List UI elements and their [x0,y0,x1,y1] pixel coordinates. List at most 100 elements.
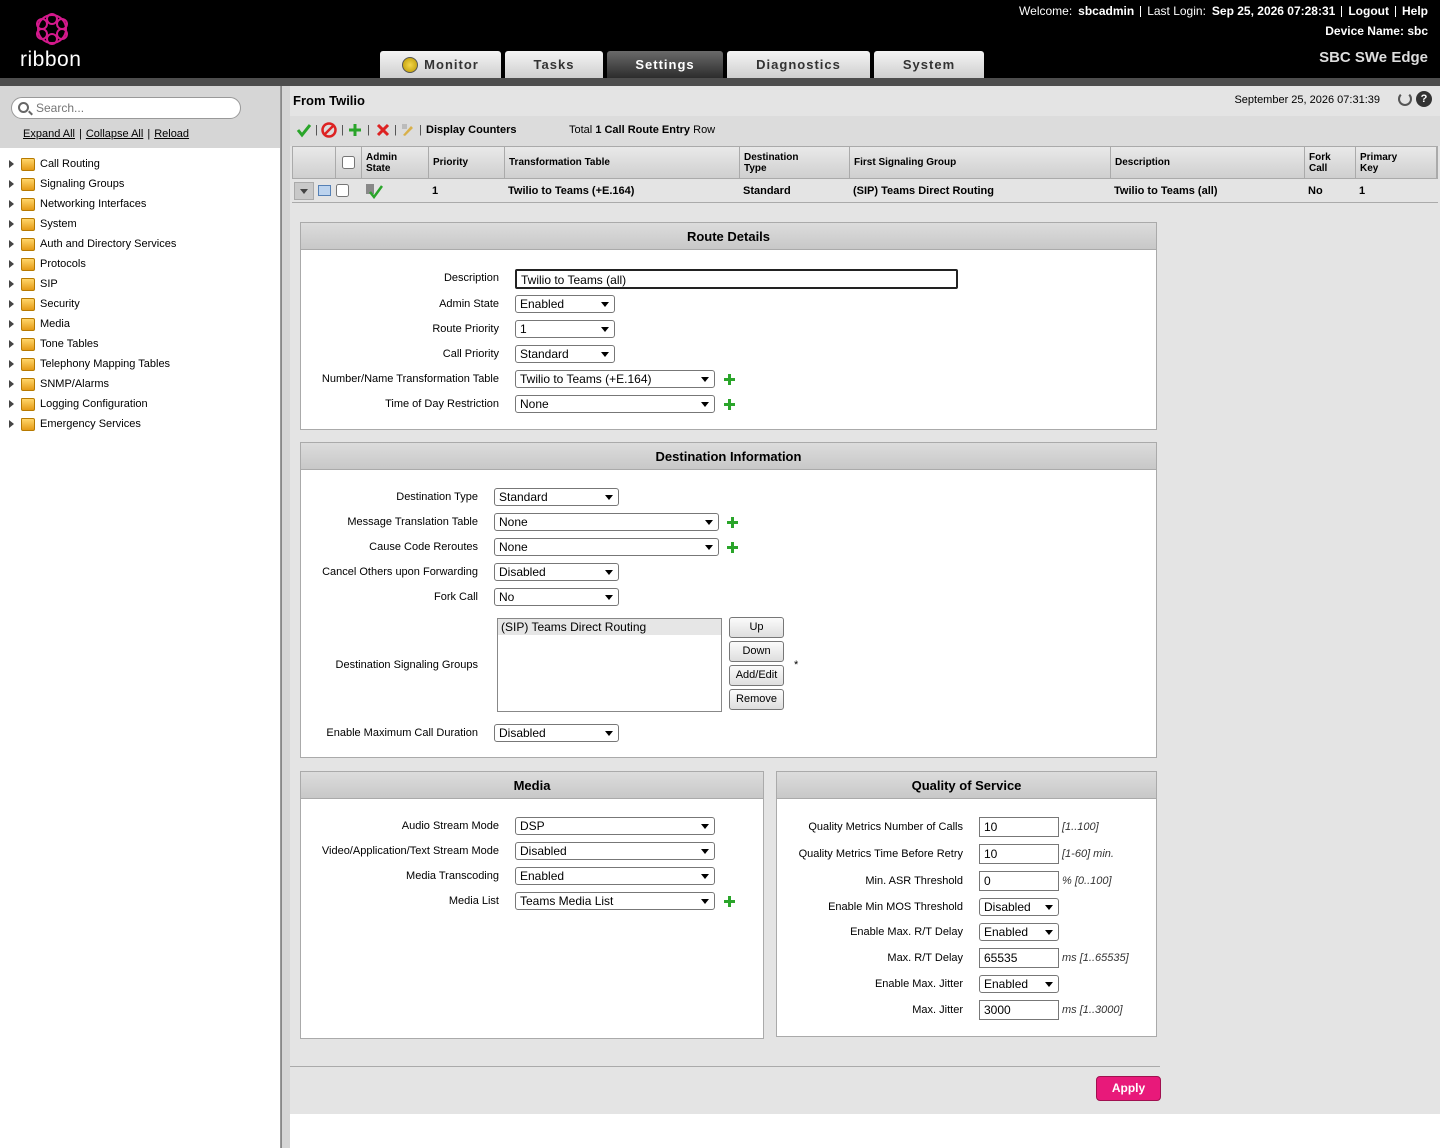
expand-arrow-icon[interactable] [9,260,14,268]
enable-check-icon[interactable] [296,122,312,138]
add-cause-code-icon[interactable] [727,542,738,553]
rt-enable-select[interactable]: Enabled [979,923,1059,941]
apply-button[interactable]: Apply [1096,1076,1161,1101]
tab-system[interactable]: System [874,51,984,78]
tree-item-snmp-alarms[interactable]: SNMP/Alarms [0,374,280,394]
col-first-signaling-group[interactable]: First Signaling Group [850,147,1111,178]
col-transformation-table[interactable]: Transformation Table [505,147,740,178]
add-media-list-icon[interactable] [724,896,735,907]
expand-arrow-icon[interactable] [9,200,14,208]
tree-item-sip[interactable]: SIP [0,274,280,294]
description-input[interactable]: Twilio to Teams (all) [515,269,958,289]
col-fork-call[interactable]: Fork Call [1305,147,1356,178]
add-message-translation-icon[interactable] [727,517,738,528]
signaling-groups-list[interactable]: (SIP) Teams Direct Routing [497,618,722,712]
table-row[interactable]: 1 Twilio to Teams (+E.164) Standard (SIP… [292,179,1438,203]
destination-type-select[interactable]: Standard [494,488,619,506]
expand-all-link[interactable]: Expand All [23,128,75,140]
expand-arrow-icon[interactable] [9,400,14,408]
tab-diagnostics[interactable]: Diagnostics [727,51,870,78]
tree-item-system[interactable]: System [0,214,280,234]
display-counters-link[interactable]: Display Counters [426,124,516,136]
expand-arrow-icon[interactable] [9,240,14,248]
add-edit-button[interactable]: Add/Edit [729,665,784,686]
expand-arrow-icon[interactable] [9,280,14,288]
rt-delay-input[interactable]: 65535 [979,948,1059,968]
tree-item-tone-tables[interactable]: Tone Tables [0,334,280,354]
tab-tasks[interactable]: Tasks [505,51,603,78]
expand-arrow-icon[interactable] [9,320,14,328]
tab-monitor[interactable]: Monitor [380,51,501,78]
collapse-all-link[interactable]: Collapse All [86,128,143,140]
sidebar-splitter[interactable] [281,86,290,1148]
audio-stream-select[interactable]: DSP [515,817,715,835]
help-link[interactable]: Help [1396,4,1428,18]
col-priority[interactable]: Priority [429,147,505,178]
edit-row-icon[interactable] [318,185,331,196]
tree-item-auth-directory[interactable]: Auth and Directory Services [0,234,280,254]
col-destination-type[interactable]: Destination Type [740,147,850,178]
tab-settings[interactable]: Settings [607,51,723,78]
expand-arrow-icon[interactable] [9,180,14,188]
col-admin-state[interactable]: Admin State [362,147,429,178]
fork-call-select[interactable]: No [494,588,619,606]
max-duration-select[interactable]: Disabled [494,724,619,742]
search-input[interactable] [36,100,236,116]
row-select[interactable] [335,179,361,202]
logout-link[interactable]: Logout [1342,4,1395,18]
jitter-input[interactable]: 3000 [979,1000,1059,1020]
delete-icon[interactable] [375,122,391,138]
call-priority-select[interactable]: Standard [515,345,615,363]
add-time-of-day-icon[interactable] [724,399,735,410]
add-icon[interactable] [347,122,363,138]
add-transformation-icon[interactable] [724,374,735,385]
help-icon[interactable]: ? [1416,91,1432,107]
tree-item-security[interactable]: Security [0,294,280,314]
media-list-select[interactable]: Teams Media List [515,892,715,910]
tree-item-emergency[interactable]: Emergency Services [0,414,280,434]
expand-arrow-icon[interactable] [9,420,14,428]
message-translation-select[interactable]: None [494,513,719,531]
asr-input[interactable]: 0 [979,871,1059,891]
tree-item-media[interactable]: Media [0,314,280,334]
qos-retry-input[interactable]: 10 [979,844,1059,864]
expand-arrow-icon[interactable] [9,300,14,308]
video-stream-select[interactable]: Disabled [515,842,715,860]
expand-arrow-icon[interactable] [9,340,14,348]
mos-select[interactable]: Disabled [979,898,1059,916]
row-expand[interactable] [292,179,318,202]
tree-item-networking-interfaces[interactable]: Networking Interfaces [0,194,280,214]
time-of-day-select[interactable]: None [515,395,715,413]
expand-arrow-icon[interactable] [9,160,14,168]
edit-counters-icon[interactable] [400,122,416,138]
admin-state-select[interactable]: Enabled [515,295,615,313]
col-primary-key[interactable]: Primary Key [1356,147,1437,178]
expand-arrow-icon[interactable] [9,380,14,388]
media-transcoding-select[interactable]: Enabled [515,867,715,885]
search-box[interactable] [11,97,241,119]
remove-button[interactable]: Remove [729,689,784,710]
select-all-checkbox[interactable] [342,156,355,169]
down-button[interactable]: Down [729,641,784,662]
expand-arrow-icon[interactable] [9,360,14,368]
row-edit[interactable] [318,179,335,202]
list-item[interactable]: (SIP) Teams Direct Routing [498,619,721,635]
collapse-arrow-icon[interactable] [294,181,314,200]
refresh-icon[interactable] [1398,92,1412,106]
reload-link[interactable]: Reload [154,128,189,140]
disable-icon[interactable] [321,122,337,138]
tree-item-telephony-mapping[interactable]: Telephony Mapping Tables [0,354,280,374]
jitter-enable-select[interactable]: Enabled [979,975,1059,993]
tree-item-call-routing[interactable]: Call Routing [0,154,280,174]
tree-item-signaling-groups[interactable]: Signaling Groups [0,174,280,194]
expand-arrow-icon[interactable] [9,220,14,228]
up-button[interactable]: Up [729,617,784,638]
row-checkbox[interactable] [336,184,349,197]
tree-item-protocols[interactable]: Protocols [0,254,280,274]
cause-code-select[interactable]: None [494,538,719,556]
route-priority-select[interactable]: 1 [515,320,615,338]
transformation-table-select[interactable]: Twilio to Teams (+E.164) [515,370,715,388]
col-description[interactable]: Description [1111,147,1305,178]
qos-calls-input[interactable]: 10 [979,817,1059,837]
cancel-others-select[interactable]: Disabled [494,563,619,581]
